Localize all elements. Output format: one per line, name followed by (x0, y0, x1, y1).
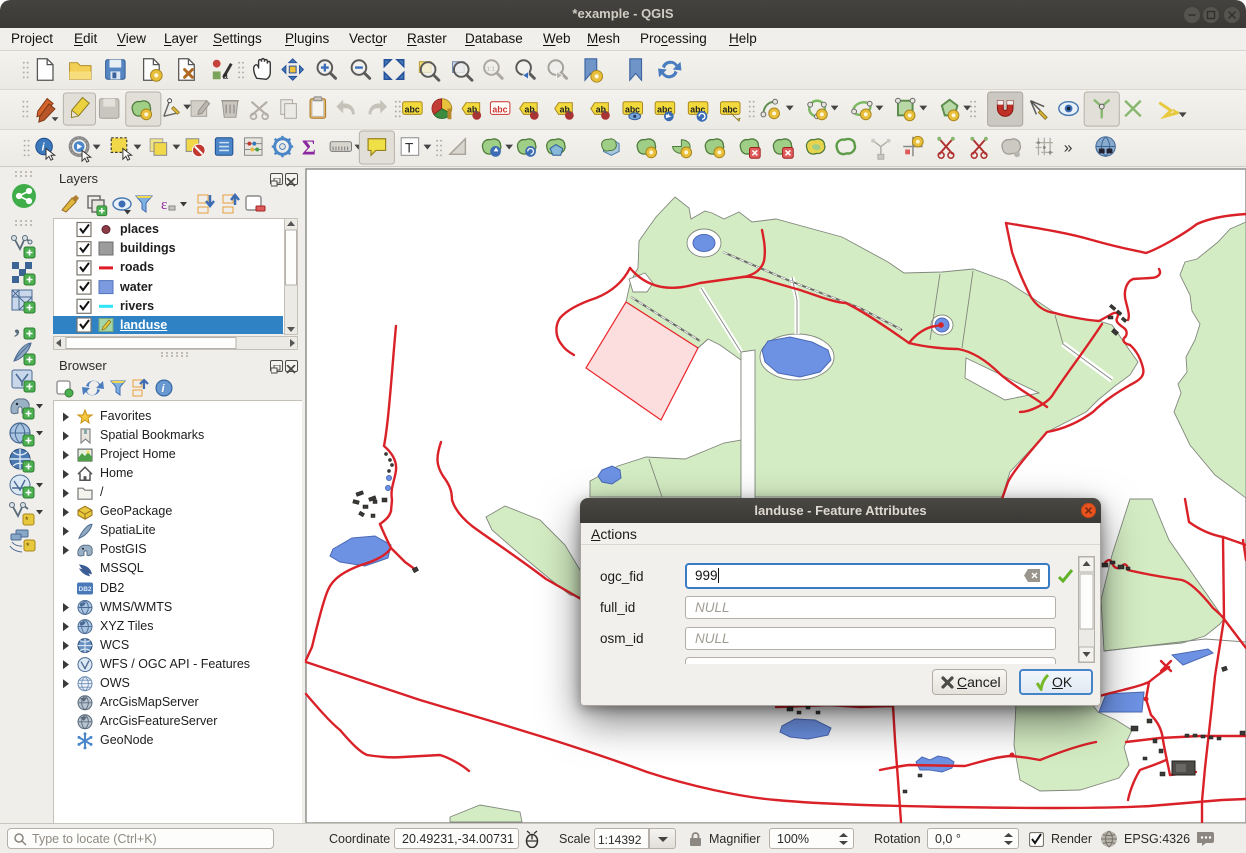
svg-text:*: * (25, 515, 29, 525)
svg-text:T: T (405, 140, 413, 155)
svg-text:1:1: 1:1 (487, 66, 495, 72)
svg-text:ε: ε (161, 197, 167, 213)
svg-text:,: , (14, 313, 20, 339)
svg-text:»: » (1064, 139, 1073, 156)
svg-text:*: * (26, 541, 30, 551)
svg-text:a: a (223, 71, 229, 82)
svg-text:DB2: DB2 (79, 586, 92, 593)
svg-text:Σ: Σ (302, 135, 316, 159)
